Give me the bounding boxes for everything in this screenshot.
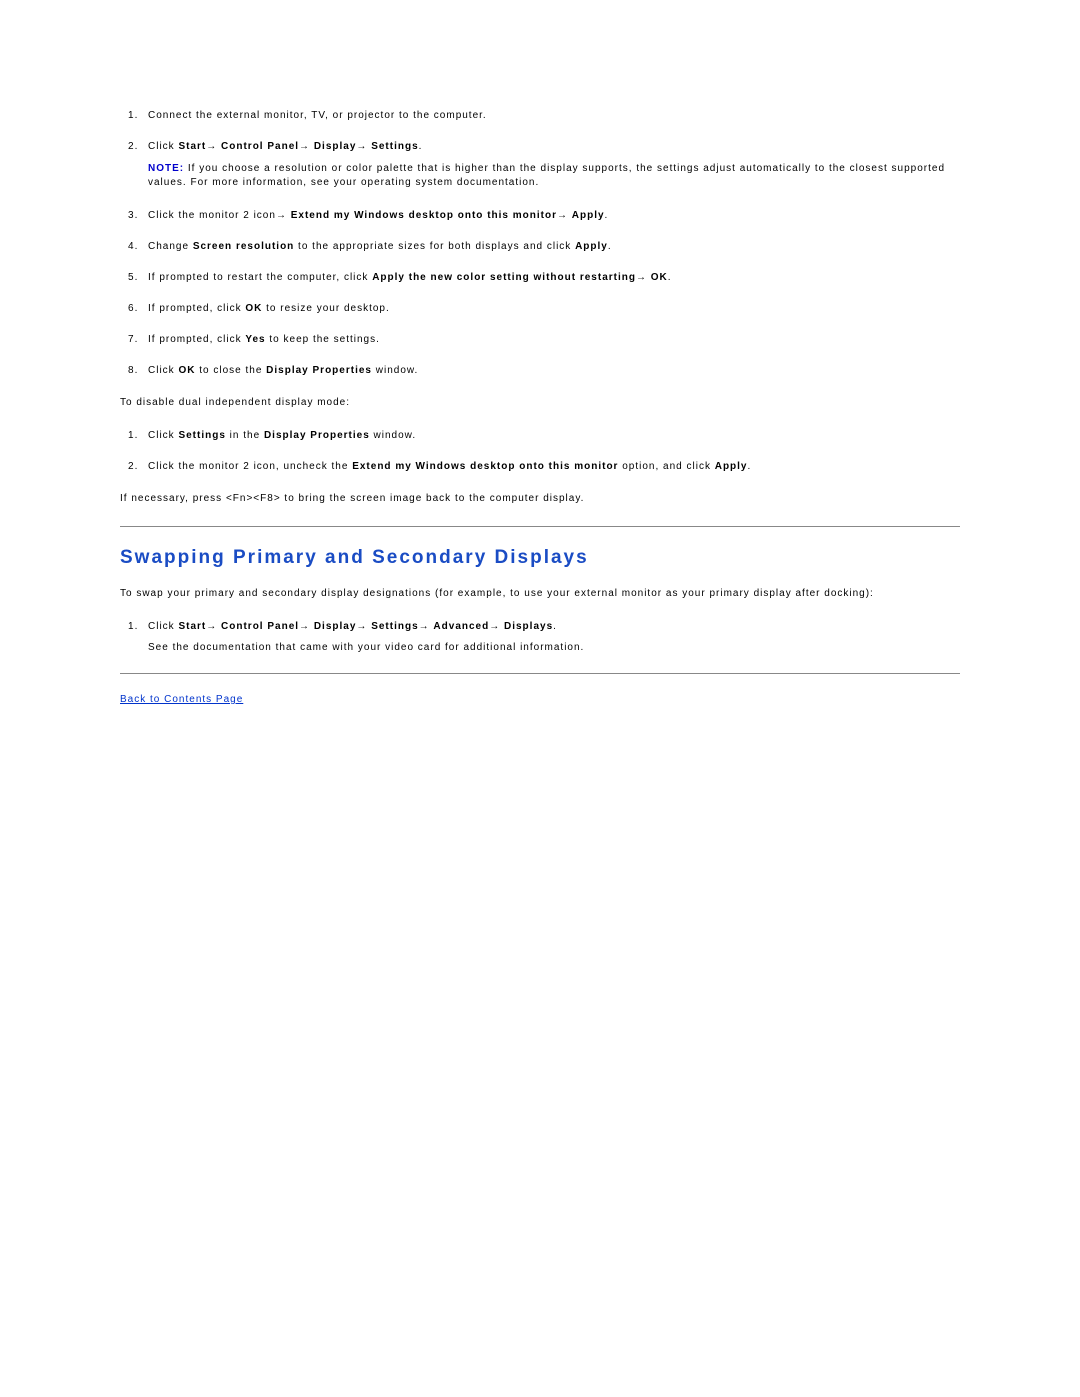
period: . xyxy=(748,461,752,472)
disable-intro: To disable dual independent display mode… xyxy=(120,396,960,410)
label-start: Start xyxy=(178,141,206,152)
label-control-panel: Control Panel xyxy=(221,141,299,152)
section-divider xyxy=(120,526,960,527)
period: . xyxy=(553,621,557,632)
step-text: to keep the settings. xyxy=(266,334,380,345)
step-5: If prompted to restart the computer, cli… xyxy=(148,272,960,283)
step-6: If prompted, click OK to resize your des… xyxy=(148,303,960,314)
arrow-icon: → xyxy=(356,621,367,632)
note-block: NOTE: If you choose a resolution or colo… xyxy=(148,162,960,190)
step-sub-text: See the documentation that came with you… xyxy=(148,642,960,653)
step-text: to resize your desktop. xyxy=(262,303,389,314)
label-advanced: Advanced xyxy=(433,621,489,632)
fn-f8-hint: If necessary, press <Fn><F8> to bring th… xyxy=(120,492,960,506)
disable-dual-display-steps: Click Settings in the Display Properties… xyxy=(120,430,960,472)
swap-intro: To swap your primary and secondary displ… xyxy=(120,587,960,601)
document-page: Connect the external monitor, TV, or pro… xyxy=(0,0,1080,745)
label-settings: Settings xyxy=(371,621,418,632)
arrow-icon: → xyxy=(299,621,310,632)
arrow-icon: → xyxy=(276,210,287,221)
label-extend-desktop: Extend my Windows desktop onto this moni… xyxy=(291,210,557,221)
section-heading-swap-displays: Swapping Primary and Secondary Displays xyxy=(120,547,960,569)
note-label: NOTE: xyxy=(148,163,188,174)
period: . xyxy=(668,272,672,283)
step-text: If prompted, click xyxy=(148,303,245,314)
step-text: Click the monitor 2 icon xyxy=(148,210,276,221)
step-text: to the appropriate sizes for both displa… xyxy=(294,241,575,252)
back-to-contents-link[interactable]: Back to Contents Page xyxy=(120,694,243,705)
step-7: If prompted, click Yes to keep the setti… xyxy=(148,334,960,345)
enable-dual-display-steps: Connect the external monitor, TV, or pro… xyxy=(120,110,960,376)
step-text: Connect the external monitor, TV, or pro… xyxy=(148,110,487,121)
label-ok: OK xyxy=(178,365,195,376)
step-text: window. xyxy=(372,365,418,376)
arrow-icon: → xyxy=(419,621,430,632)
step-text: If prompted, click xyxy=(148,334,245,345)
label-settings: Settings xyxy=(178,430,225,441)
swap-display-steps: Click Start→ Control Panel→ Display→ Set… xyxy=(120,621,960,653)
period: . xyxy=(605,210,609,221)
label-screen-resolution: Screen resolution xyxy=(193,241,294,252)
label-ok: OK xyxy=(651,272,668,283)
step-text: Click xyxy=(148,621,178,632)
step-text: window. xyxy=(370,430,416,441)
step-text: to close the xyxy=(195,365,266,376)
label-control-panel: Control Panel xyxy=(221,621,299,632)
step-4: Change Screen resolution to the appropri… xyxy=(148,241,960,252)
label-displays: Displays xyxy=(504,621,553,632)
label-extend-desktop: Extend my Windows desktop onto this moni… xyxy=(352,461,618,472)
label-yes: Yes xyxy=(245,334,265,345)
disable-step-2: Click the monitor 2 icon, uncheck the Ex… xyxy=(148,461,960,472)
disable-step-1: Click Settings in the Display Properties… xyxy=(148,430,960,441)
step-text: option, and click xyxy=(618,461,714,472)
step-1: Connect the external monitor, TV, or pro… xyxy=(148,110,960,121)
period: . xyxy=(419,141,423,152)
arrow-icon: → xyxy=(636,272,647,283)
step-text: in the xyxy=(226,430,264,441)
arrow-icon: → xyxy=(299,141,310,152)
arrow-icon: → xyxy=(206,621,217,632)
label-ok: OK xyxy=(245,303,262,314)
period: . xyxy=(608,241,612,252)
step-text: Click xyxy=(148,430,178,441)
note-body: If you choose a resolution or color pale… xyxy=(148,163,945,188)
swap-step-1: Click Start→ Control Panel→ Display→ Set… xyxy=(148,621,960,653)
label-settings: Settings xyxy=(371,141,418,152)
section-divider xyxy=(120,673,960,674)
label-apply: Apply xyxy=(715,461,748,472)
step-3: Click the monitor 2 icon→ Extend my Wind… xyxy=(148,210,960,221)
step-text: Change xyxy=(148,241,193,252)
label-apply: Apply xyxy=(572,210,605,221)
arrow-icon: → xyxy=(206,141,217,152)
step-text: Click the monitor 2 icon, uncheck the xyxy=(148,461,352,472)
label-display-properties: Display Properties xyxy=(266,365,372,376)
arrow-icon: → xyxy=(489,621,500,632)
label-apply-without-restart: Apply the new color setting without rest… xyxy=(372,272,636,283)
label-display-properties: Display Properties xyxy=(264,430,370,441)
label-display: Display xyxy=(314,621,357,632)
step-text: Click xyxy=(148,141,178,152)
step-2: Click Start→ Control Panel→ Display→ Set… xyxy=(148,141,960,190)
arrow-icon: → xyxy=(557,210,568,221)
step-8: Click OK to close the Display Properties… xyxy=(148,365,960,376)
arrow-icon: → xyxy=(356,141,367,152)
label-apply: Apply xyxy=(575,241,608,252)
step-text: If prompted to restart the computer, cli… xyxy=(148,272,372,283)
label-start: Start xyxy=(178,621,206,632)
label-display: Display xyxy=(314,141,357,152)
step-text: Click xyxy=(148,365,178,376)
